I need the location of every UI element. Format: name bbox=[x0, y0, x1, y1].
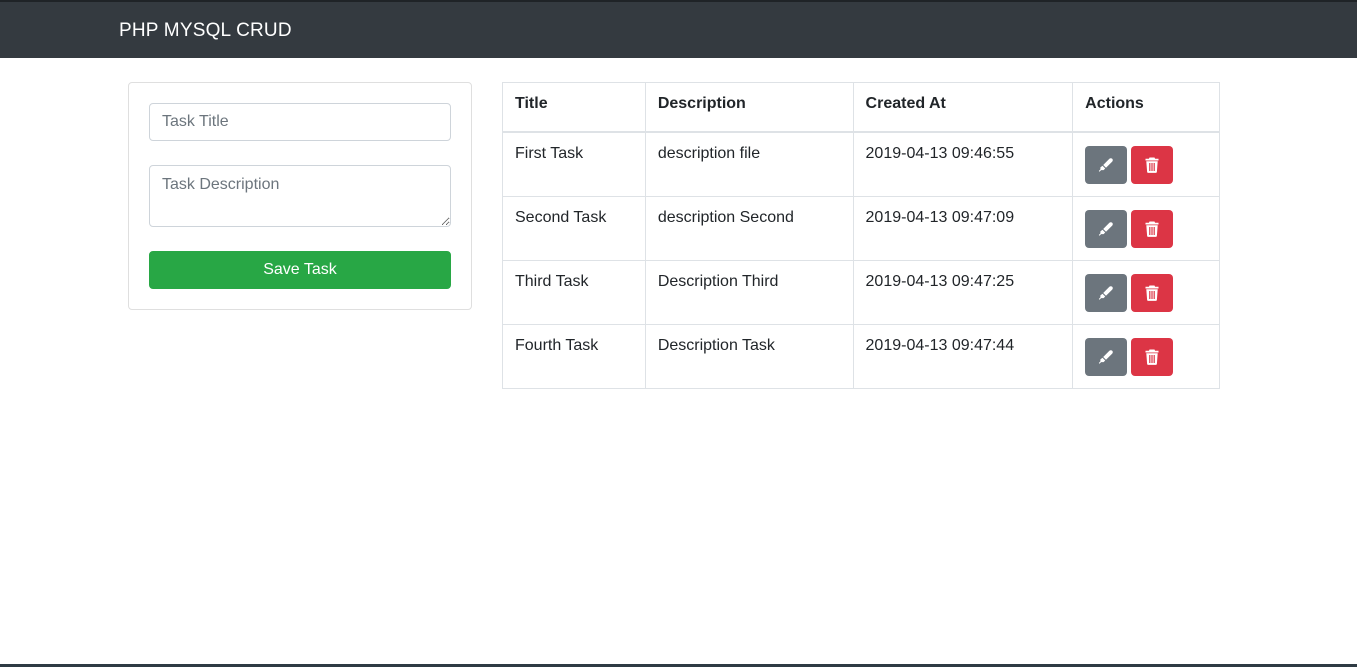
trash-icon bbox=[1145, 221, 1159, 237]
cell-actions bbox=[1072, 259, 1220, 325]
cell-description: Description Task bbox=[644, 323, 854, 389]
cell-title: Fourth Task bbox=[502, 323, 646, 389]
marker-icon bbox=[1098, 157, 1113, 172]
table-header-row: Title Description Created At Actions bbox=[502, 82, 1220, 133]
cell-title: Third Task bbox=[502, 259, 646, 325]
cell-actions bbox=[1072, 195, 1220, 261]
header-description: Description bbox=[644, 82, 854, 133]
edit-button[interactable] bbox=[1085, 337, 1128, 376]
header-created-at: Created At bbox=[852, 82, 1074, 133]
delete-button[interactable] bbox=[1131, 337, 1174, 376]
task-form-card: Save Task bbox=[128, 82, 472, 310]
delete-button[interactable] bbox=[1131, 145, 1174, 184]
marker-icon bbox=[1098, 285, 1113, 300]
table-row: First Task description file 2019-04-13 0… bbox=[502, 131, 1220, 197]
table-row: Third Task Description Third 2019-04-13 … bbox=[502, 259, 1220, 325]
task-title-input[interactable] bbox=[149, 103, 451, 141]
header-actions: Actions bbox=[1072, 82, 1220, 133]
cell-created-at: 2019-04-13 09:47:25 bbox=[852, 259, 1074, 325]
task-description-input[interactable] bbox=[149, 165, 451, 227]
table-row: Fourth Task Description Task 2019-04-13 … bbox=[502, 323, 1220, 389]
cell-description: description Second bbox=[644, 195, 854, 261]
header-title: Title bbox=[502, 82, 646, 133]
cell-created-at: 2019-04-13 09:47:09 bbox=[852, 195, 1074, 261]
cell-description: description file bbox=[644, 131, 854, 197]
marker-icon bbox=[1098, 221, 1113, 236]
task-table: Title Description Created At Actions Fir… bbox=[502, 82, 1220, 389]
cell-description: Description Third bbox=[644, 259, 854, 325]
trash-icon bbox=[1145, 349, 1159, 365]
delete-button[interactable] bbox=[1131, 273, 1174, 312]
navbar: PHP MYSQL CRUD bbox=[0, 0, 1357, 58]
cell-created-at: 2019-04-13 09:46:55 bbox=[852, 131, 1074, 197]
navbar-brand[interactable]: PHP MYSQL CRUD bbox=[119, 20, 292, 42]
edit-button[interactable] bbox=[1085, 209, 1128, 248]
trash-icon bbox=[1145, 285, 1159, 301]
cell-actions bbox=[1072, 323, 1220, 389]
table-row: Second Task description Second 2019-04-1… bbox=[502, 195, 1220, 261]
marker-icon bbox=[1098, 349, 1113, 364]
trash-icon bbox=[1145, 157, 1159, 173]
edit-button[interactable] bbox=[1085, 145, 1128, 184]
save-task-button[interactable]: Save Task bbox=[149, 251, 451, 289]
cell-created-at: 2019-04-13 09:47:44 bbox=[852, 323, 1074, 389]
edit-button[interactable] bbox=[1085, 273, 1128, 312]
cell-title: First Task bbox=[502, 131, 646, 197]
delete-button[interactable] bbox=[1131, 209, 1174, 248]
cell-actions bbox=[1072, 131, 1220, 197]
cell-title: Second Task bbox=[502, 195, 646, 261]
